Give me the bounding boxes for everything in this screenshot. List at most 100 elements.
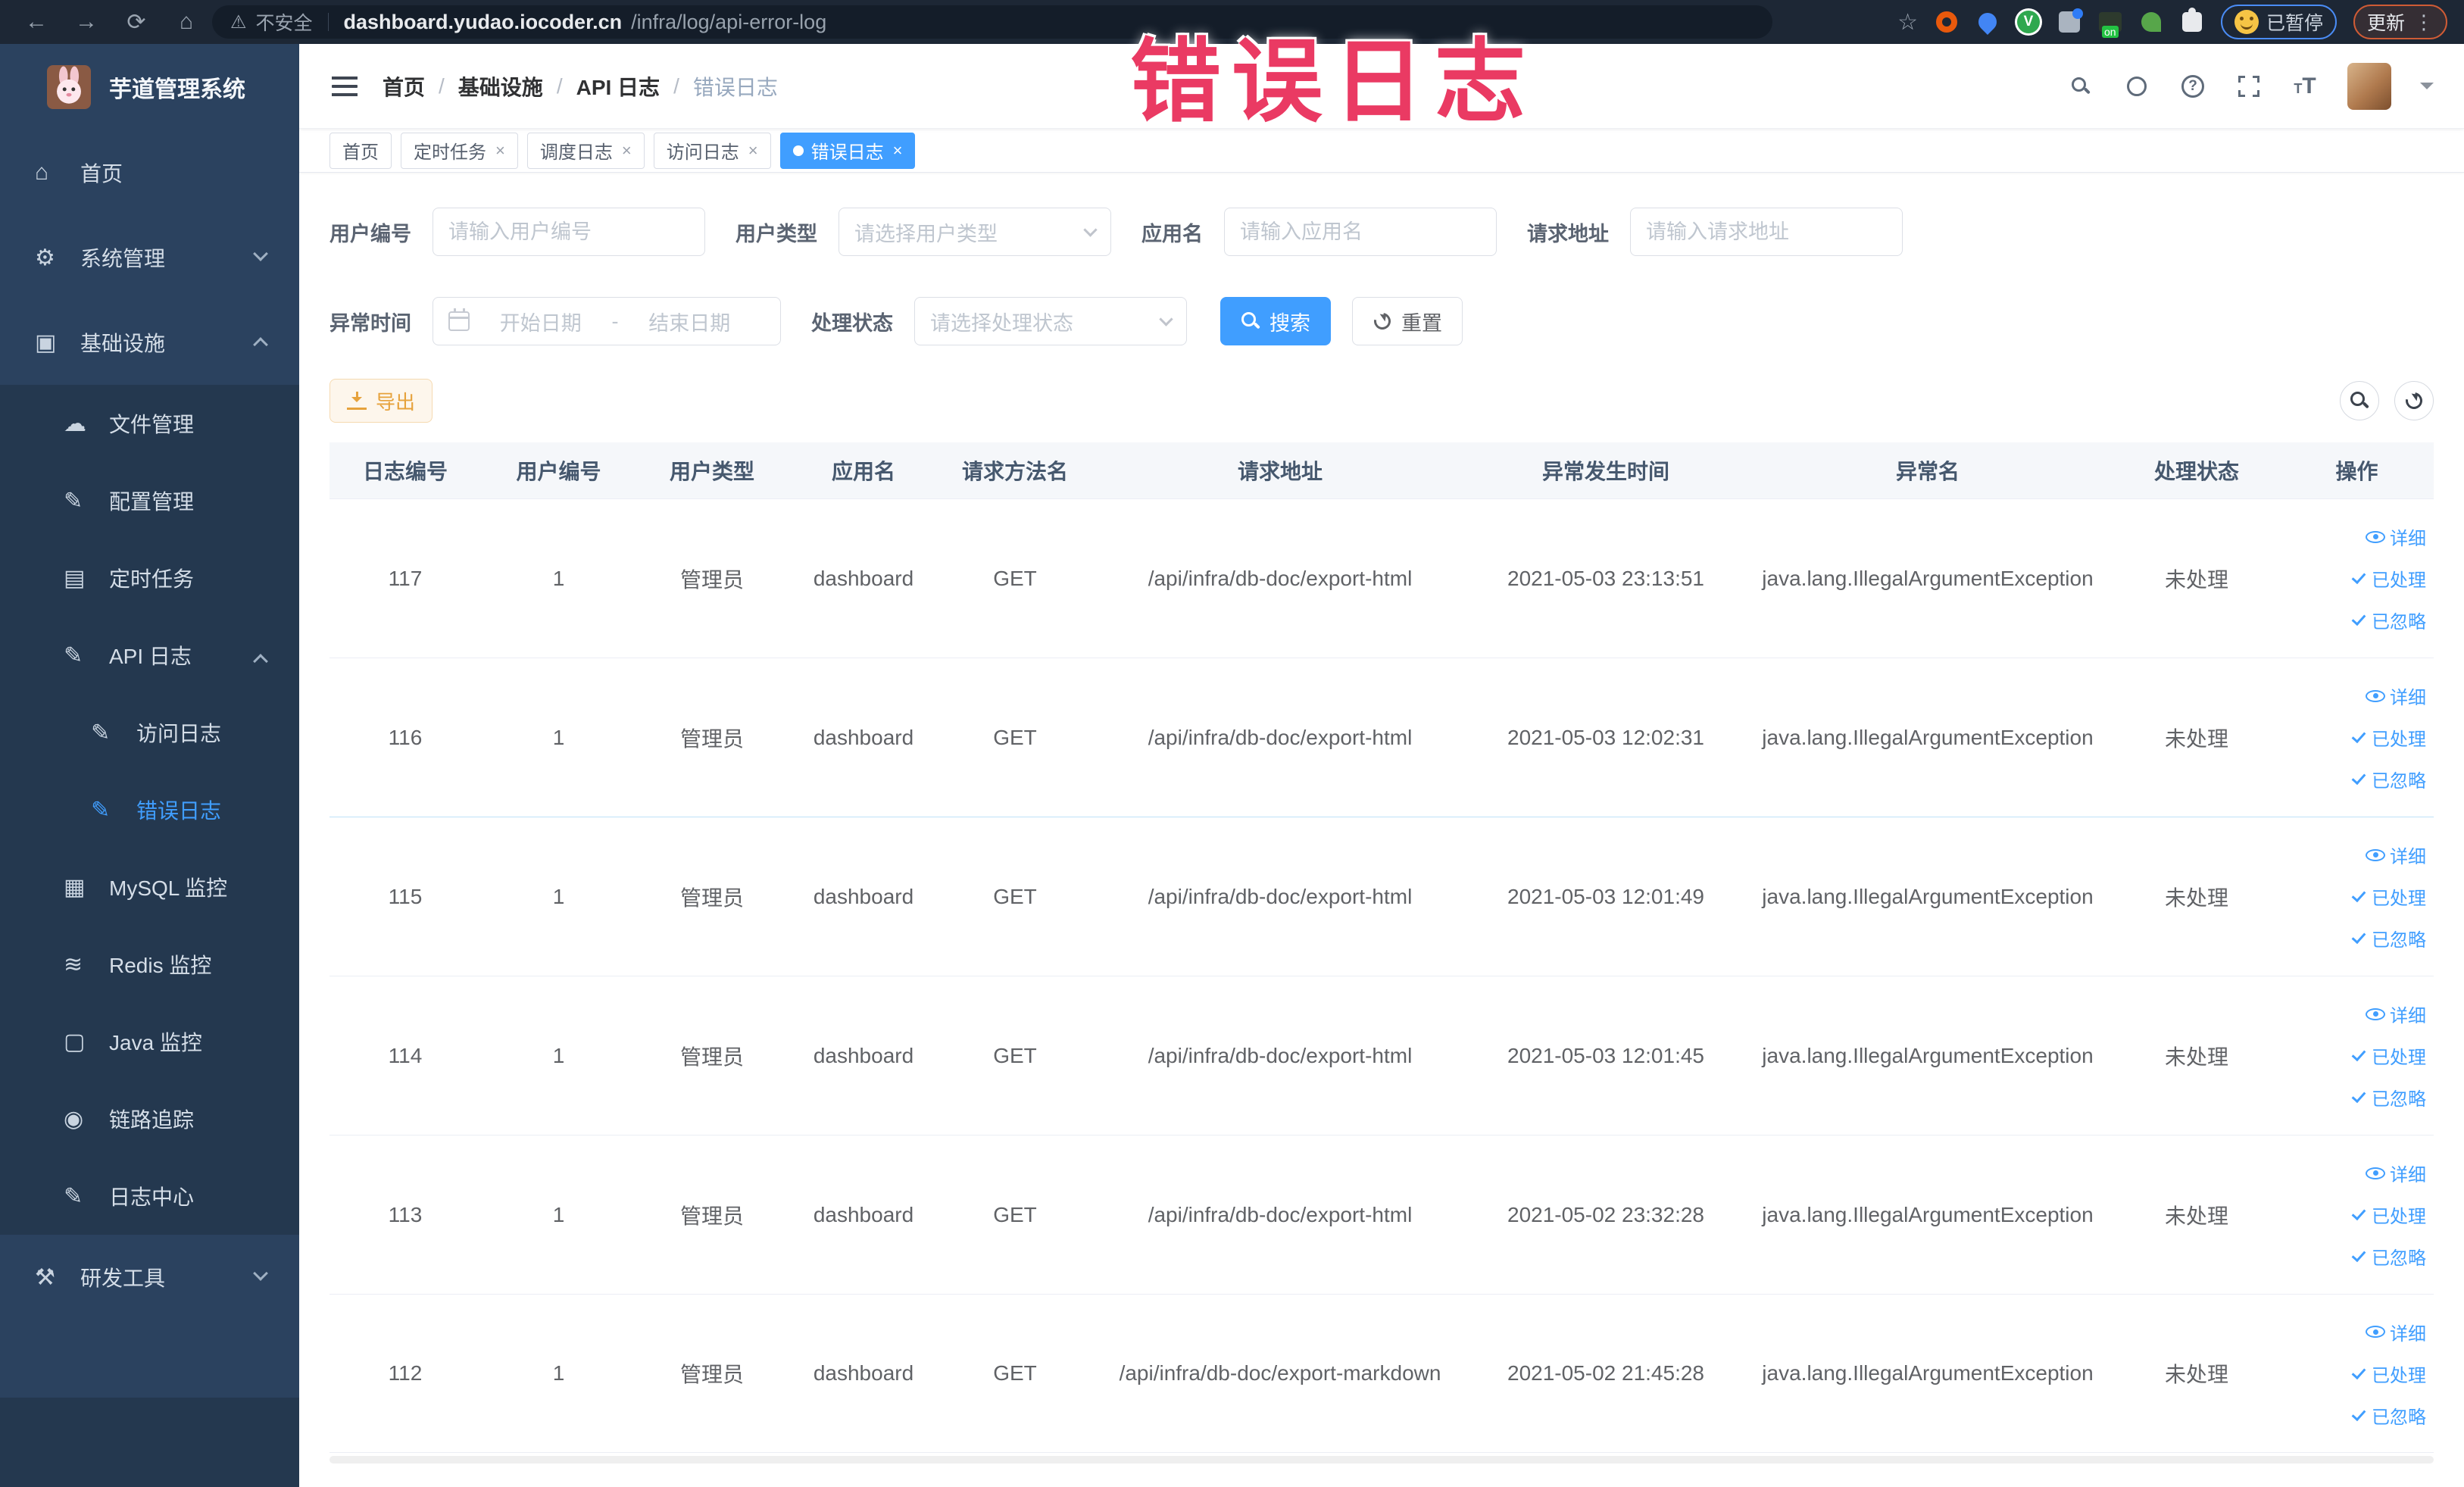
not-secure-warning-icon: ⚠ [230, 11, 247, 33]
sidebar-item-log-center[interactable]: ✎ 日志中心 [0, 1157, 299, 1235]
sidebar-collapse-button[interactable] [329, 71, 360, 102]
mark-ignored-link[interactable]: 已忽略 [2351, 1084, 2426, 1111]
user-avatar[interactable] [2347, 62, 2391, 110]
chevron-down-icon [253, 246, 268, 261]
app-name-input[interactable] [1224, 208, 1497, 256]
sidebar-item-infrastructure[interactable]: ▣ 基础设施 [0, 300, 299, 385]
profile-paused-badge[interactable]: 已暂停 [2220, 5, 2337, 39]
eye-icon [2366, 848, 2385, 861]
back-icon[interactable]: ← [17, 5, 56, 39]
redis-icon: ≋ [64, 951, 83, 977]
home-icon-browser[interactable]: ⌂ [167, 5, 206, 39]
github-icon[interactable] [2123, 73, 2150, 100]
breadcrumb-home[interactable]: 首页 [383, 71, 425, 102]
close-icon[interactable]: × [495, 141, 505, 161]
search-icon [1241, 311, 1260, 331]
extensions-puzzle-icon[interactable] [2180, 8, 2204, 34]
chevron-up-icon [253, 654, 268, 669]
sidebar-logo[interactable]: 芋道管理系统 [0, 44, 299, 111]
forward-icon[interactable]: → [67, 5, 106, 39]
extension-icon-drop[interactable] [1974, 9, 2000, 35]
browser-right-controls: ☆ V 已暂停 更新 ⋮ [1897, 5, 2447, 39]
search-icon[interactable] [2067, 73, 2094, 100]
user-type-label: 用户类型 [735, 222, 817, 245]
sidebar-bottom-strip [0, 1398, 299, 1487]
tag-cron-job[interactable]: 定时任务 × [401, 132, 518, 169]
sidebar-item-error-log[interactable]: ✎ 错误日志 [0, 771, 299, 848]
sidebar-item-file-manage[interactable]: ☁ 文件管理 [0, 385, 299, 462]
close-icon[interactable]: × [893, 141, 903, 161]
mark-ignored-link[interactable]: 已忽略 [2351, 766, 2426, 792]
filter-row-1: 用户编号 用户类型 请选择用户类型 应用名 [329, 208, 2434, 256]
sidebar-item-java-monitor[interactable]: ▢ Java 监控 [0, 1003, 299, 1080]
user-id-input[interactable] [433, 208, 705, 256]
mark-processed-link[interactable]: 已处理 [2351, 565, 2426, 592]
detail-link[interactable]: 详细 [2366, 523, 2426, 550]
browser-update-button[interactable]: 更新 ⋮ [2353, 5, 2447, 39]
sidebar-item-api-log[interactable]: ✎ API 日志 [0, 617, 299, 694]
detail-link[interactable]: 详细 [2366, 842, 2426, 868]
extension-icon-on-badge[interactable] [2098, 10, 2122, 38]
fullscreen-icon[interactable] [2235, 73, 2263, 100]
extension-icon-orange[interactable] [1935, 10, 1959, 34]
eye-icon [2366, 1326, 2385, 1338]
reload-icon[interactable]: ⟳ [117, 5, 156, 39]
mark-processed-link[interactable]: 已处理 [2351, 1360, 2426, 1387]
detail-link[interactable]: 详细 [2366, 1001, 2426, 1027]
sidebar-item-mysql-monitor[interactable]: ▦ MySQL 监控 [0, 848, 299, 926]
export-button[interactable]: 导出 [329, 379, 433, 423]
process-status-select[interactable]: 请选择处理状态 [914, 297, 1187, 345]
bookmark-star-icon[interactable]: ☆ [1897, 9, 1918, 36]
user-type-select[interactable]: 请选择用户类型 [839, 208, 1111, 256]
horizontal-scrollbar[interactable] [329, 1456, 2434, 1464]
close-icon[interactable]: × [622, 141, 632, 161]
mark-ignored-link[interactable]: 已忽略 [2351, 607, 2426, 633]
table-row: 113 1 管理员 dashboard GET /api/infra/db-do… [329, 1135, 2434, 1294]
tag-schedule-log[interactable]: 调度日志 × [526, 132, 645, 169]
mark-ignored-link[interactable]: 已忽略 [2351, 925, 2426, 951]
tag-home[interactable]: 首页 [329, 132, 392, 169]
divider [327, 13, 329, 31]
eye-icon [2366, 689, 2385, 702]
app-title: 芋道管理系统 [109, 77, 245, 102]
sidebar-item-redis-monitor[interactable]: ≋ Redis 监控 [0, 926, 299, 1003]
font-size-icon[interactable]: TT [2291, 73, 2319, 100]
sidebar-item-dev-tools[interactable]: ⚒ 研发工具 [0, 1235, 299, 1320]
mark-ignored-link[interactable]: 已忽略 [2351, 1243, 2426, 1270]
mark-ignored-link[interactable]: 已忽略 [2351, 1402, 2426, 1429]
extension-icon-green-v[interactable]: V [2016, 10, 2041, 34]
tag-access-log[interactable]: 访问日志 × [653, 132, 771, 169]
breadcrumb-api-log[interactable]: API 日志 [576, 71, 660, 102]
mark-processed-link[interactable]: 已处理 [2351, 1201, 2426, 1228]
breadcrumb-infrastructure[interactable]: 基础设施 [458, 71, 543, 102]
mark-processed-link[interactable]: 已处理 [2351, 1042, 2426, 1069]
avatar-caret-icon[interactable] [2420, 82, 2434, 96]
request-url-input[interactable] [1630, 208, 1903, 256]
mark-processed-link[interactable]: 已处理 [2351, 724, 2426, 751]
refresh-table-button[interactable] [2394, 381, 2434, 420]
close-icon[interactable]: × [748, 141, 758, 161]
extension-icon-grid[interactable] [2057, 8, 2083, 34]
detail-link[interactable]: 详细 [2366, 1160, 2426, 1186]
browser-menu-kebab-icon[interactable]: ⋮ [2414, 11, 2434, 34]
tag-error-log[interactable]: 错误日志 × [779, 132, 916, 169]
detail-link[interactable]: 详细 [2366, 683, 2426, 709]
address-bar[interactable]: ⚠ 不安全 dashboard.yudao.iocoder.cn/infra/l… [212, 5, 1772, 39]
sidebar-item-system-manage[interactable]: ⚙ 系统管理 [0, 215, 299, 300]
status-badge: 未处理 [2164, 886, 2228, 910]
hamburger-icon [332, 76, 358, 96]
sidebar-item-cron-job[interactable]: ▤ 定时任务 [0, 539, 299, 617]
exception-time-range-picker[interactable]: 开始日期 - 结束日期 [433, 297, 781, 345]
help-icon[interactable]: ? [2179, 73, 2206, 100]
mark-processed-link[interactable]: 已处理 [2351, 883, 2426, 910]
reset-button[interactable]: 重置 [1352, 297, 1463, 345]
detail-link[interactable]: 详细 [2366, 1319, 2426, 1345]
toggle-search-button[interactable] [2340, 381, 2379, 420]
url-domain: dashboard.yudao.iocoder.cn [343, 10, 623, 33]
sidebar-item-trace[interactable]: ◉ 链路追踪 [0, 1080, 299, 1157]
extension-icon-plant[interactable] [2139, 10, 2163, 34]
sidebar-item-home[interactable]: ⌂ 首页 [0, 130, 299, 215]
sidebar-item-access-log[interactable]: ✎ 访问日志 [0, 694, 299, 771]
search-button[interactable]: 搜索 [1220, 297, 1331, 345]
sidebar-item-config-manage[interactable]: ✎ 配置管理 [0, 462, 299, 539]
